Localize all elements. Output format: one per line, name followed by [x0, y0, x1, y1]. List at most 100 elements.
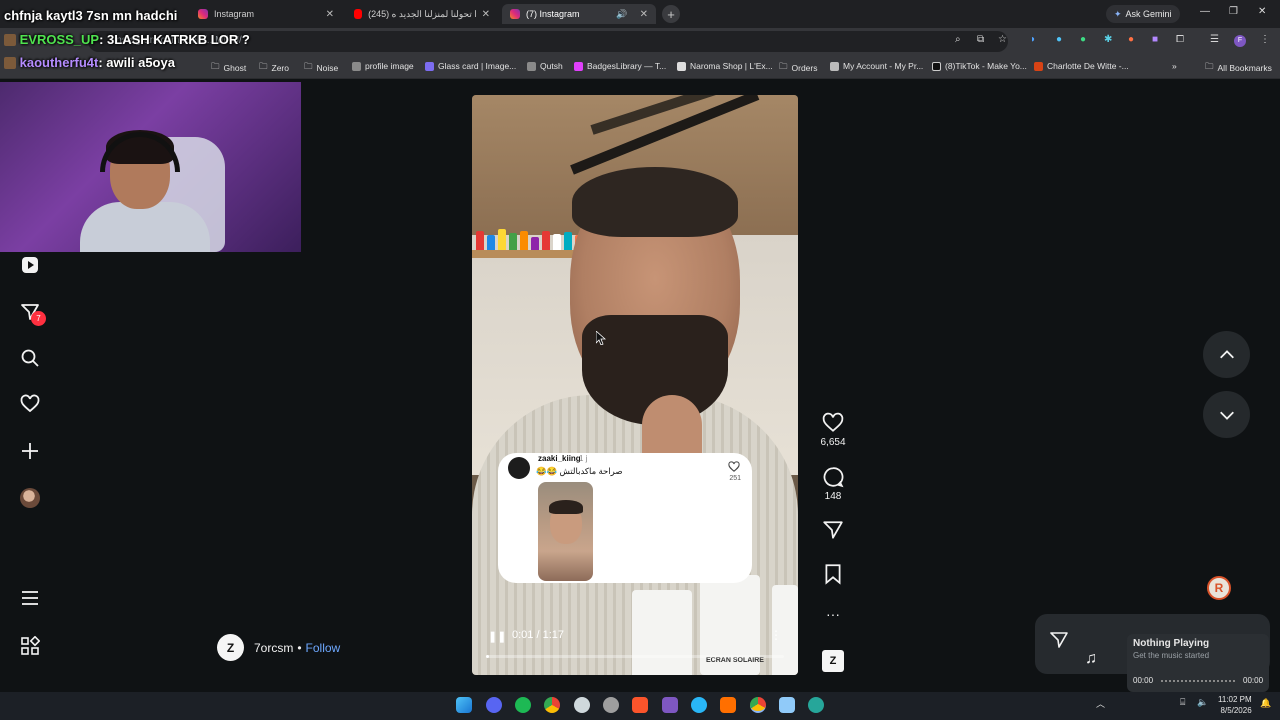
- extension-icon[interactable]: ◗: [1030, 34, 1036, 45]
- minimize-icon[interactable]: —: [1200, 6, 1210, 17]
- r-extension-icon[interactable]: R: [1207, 576, 1231, 600]
- close-tab-icon[interactable]: ✕: [326, 9, 334, 20]
- all-bookmarks-folder[interactable]: 🗀 All Bookmarks: [1205, 61, 1272, 75]
- chat-username: kaoutherfu4t: [19, 55, 99, 70]
- restore-icon[interactable]: ❐: [1229, 6, 1238, 17]
- bookmark-star-icon[interactable]: ☆: [998, 34, 1007, 45]
- app-icon[interactable]: [603, 697, 619, 713]
- telegram-icon[interactable]: [691, 697, 707, 713]
- close-tab-icon[interactable]: ✕: [482, 9, 490, 20]
- brave-icon[interactable]: [632, 697, 648, 713]
- globe-icon: [352, 61, 361, 71]
- extension-icon[interactable]: ■: [1152, 34, 1158, 45]
- bookmark-item[interactable]: (8)TikTok - Make Yo...: [932, 61, 1027, 71]
- audio-thumbnail[interactable]: Z: [818, 650, 848, 672]
- volume-icon[interactable]: 🔈: [1197, 697, 1208, 708]
- bookmarks-overflow-icon[interactable]: »: [1172, 61, 1177, 71]
- chrome-active-icon[interactable]: [750, 697, 766, 713]
- zoom-icon[interactable]: ⌕: [955, 34, 961, 45]
- more-menu-icon[interactable]: ⋮: [1260, 34, 1270, 45]
- apps-grid-icon[interactable]: [20, 636, 40, 656]
- extensions-puzzle-icon[interactable]: ⧠: [1176, 34, 1184, 45]
- close-window-icon[interactable]: ✕: [1258, 6, 1266, 17]
- search-icon[interactable]: [20, 348, 40, 368]
- taskbar-clock[interactable]: 11:02 PM 8/5/2026: [1218, 694, 1252, 716]
- hamburger-menu-icon[interactable]: [20, 588, 40, 608]
- reel-video[interactable]: ECRAN SOLAIRE: [472, 95, 798, 675]
- music-progress[interactable]: [1161, 680, 1235, 682]
- reels-icon[interactable]: [20, 255, 40, 275]
- previous-reel-button[interactable]: [1203, 331, 1250, 378]
- app-icon[interactable]: [779, 697, 795, 713]
- folder-icon: 🗀: [1205, 61, 1214, 71]
- author-avatar[interactable]: Z: [217, 634, 244, 661]
- profile-avatar[interactable]: [20, 488, 40, 508]
- bookmark-folder[interactable]: 🗀 Ghost: [211, 61, 246, 75]
- bookmarks-bar: 🗀 Ghost 🗀 Zero 🗀 Noise profile image Glass …: [0, 55, 1280, 79]
- app-icon[interactable]: [808, 697, 824, 713]
- follow-button[interactable]: Follow: [306, 641, 341, 655]
- install-app-icon[interactable]: ⧉: [977, 34, 984, 45]
- bookmark-folder[interactable]: 🗀 Orders: [779, 61, 818, 75]
- speaker-icon[interactable]: 🔊: [616, 9, 627, 20]
- app-icon[interactable]: [720, 697, 736, 713]
- bookmark-item[interactable]: Charlotte De Witte -...: [1034, 61, 1129, 71]
- bookmark-label: Ghost: [223, 63, 247, 73]
- windows-start-icon[interactable]: [456, 697, 472, 713]
- messages-icon[interactable]: [1049, 630, 1069, 650]
- photo-hair: [549, 500, 583, 514]
- app-icon[interactable]: [662, 697, 678, 713]
- new-tab-button[interactable]: +: [662, 5, 680, 23]
- clock-time: 11:02 PM: [1218, 695, 1252, 704]
- bookmark-item[interactable]: My Account - My Pr...: [830, 61, 923, 71]
- discord-icon[interactable]: [486, 697, 502, 713]
- video-progress-bar[interactable]: [486, 655, 784, 658]
- more-options-icon[interactable]: ···: [818, 606, 848, 622]
- notification-bell-icon[interactable]: 🔔: [1260, 698, 1271, 709]
- music-widget[interactable]: Nothing Playing Get the music started 00…: [1127, 634, 1269, 692]
- bookmark-item[interactable]: Naroma Shop | L'Ex...: [677, 61, 773, 71]
- comment-reply-card[interactable]: zaaki_kiing 1 j صراحة ماكدبالتش 😂😂 251: [498, 453, 752, 583]
- next-reel-button[interactable]: [1203, 391, 1250, 438]
- comment-button[interactable]: 148: [818, 466, 848, 502]
- bookmark-label: BadgesLibrary — T...: [587, 61, 667, 71]
- now-playing-subtitle: Get the music started: [1133, 651, 1210, 660]
- share-button[interactable]: [818, 519, 848, 544]
- gemini-icon: ✦: [1114, 8, 1122, 19]
- video-progress-fill: [486, 655, 489, 658]
- author-username[interactable]: 7orcsm: [254, 641, 293, 655]
- tab-youtube[interactable]: (245) أخيرا تحولنا لمنزلنا الجديد ه... ✕: [346, 4, 498, 24]
- close-tab-icon[interactable]: ✕: [640, 9, 648, 20]
- like-button[interactable]: 6,654: [818, 412, 848, 448]
- more-options-icon[interactable]: ⋮: [770, 628, 782, 642]
- bookmark-item[interactable]: Glass card | Image...: [425, 61, 516, 71]
- bookmark-item[interactable]: BadgesLibrary — T...: [574, 61, 666, 71]
- heart-icon[interactable]: [728, 461, 740, 473]
- bookmark-folder[interactable]: 🗀 Zero: [259, 61, 289, 75]
- tab-instagram-active[interactable]: (7) Instagram 🔊 ✕: [502, 4, 656, 24]
- spotify-icon[interactable]: [515, 697, 531, 713]
- create-plus-icon[interactable]: [20, 441, 40, 461]
- network-icon[interactable]: ⌸: [1180, 697, 1185, 708]
- extension-icon[interactable]: ●: [1056, 34, 1062, 45]
- pause-icon[interactable]: ❚❚: [488, 630, 506, 643]
- comment-count: 148: [824, 491, 842, 502]
- commenter-username: zaaki_kiing: [538, 454, 581, 463]
- bookmark-item[interactable]: Qutsh: [527, 61, 563, 71]
- all-bookmarks-label: All Bookmarks: [1217, 63, 1272, 73]
- bookmark-item[interactable]: profile image: [352, 61, 414, 71]
- save-button[interactable]: [818, 563, 848, 588]
- obs-icon[interactable]: [574, 697, 590, 713]
- music-note-icon[interactable]: ♫: [1085, 650, 1097, 668]
- chrome-icon[interactable]: [544, 697, 560, 713]
- tray-chevron-icon[interactable]: ︿: [1096, 697, 1105, 710]
- tab-instagram[interactable]: Instagram ✕: [190, 4, 342, 24]
- profile-avatar[interactable]: F: [1234, 35, 1246, 47]
- extension-icon[interactable]: ●: [1128, 34, 1134, 45]
- extension-icon[interactable]: ●: [1080, 34, 1086, 45]
- bookmark-folder[interactable]: 🗀 Noise: [304, 61, 338, 75]
- sidebar-toggle-icon[interactable]: ☰: [1210, 34, 1219, 45]
- extension-icon[interactable]: ✱: [1104, 34, 1112, 45]
- heart-icon[interactable]: [20, 394, 40, 414]
- ask-gemini-button[interactable]: ✦ Ask Gemini: [1106, 5, 1180, 23]
